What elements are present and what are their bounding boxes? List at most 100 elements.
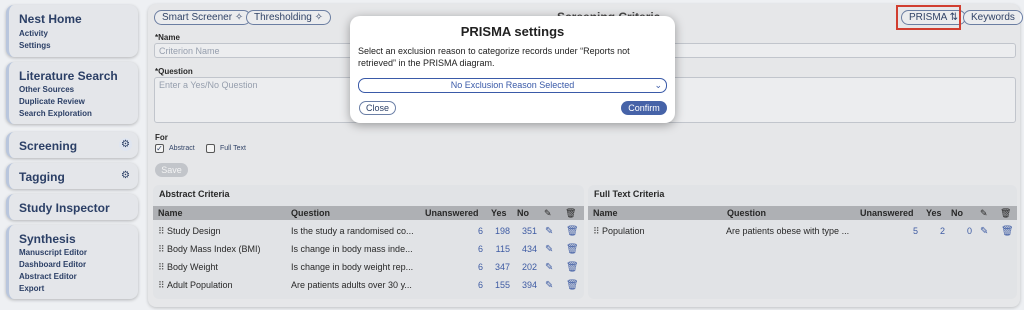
unanswered-count[interactable]: 6 <box>425 244 483 254</box>
criterion-name: Body Mass Index (BMI) <box>167 244 261 254</box>
header-no[interactable]: No <box>517 206 529 220</box>
pencil-icon[interactable]: ✎ <box>980 226 988 237</box>
table-row[interactable]: ⠿ Body Weight Is change in body weight rep… <box>153 262 583 276</box>
nav-title-literature-search[interactable]: Literature Search <box>19 69 118 83</box>
no-count[interactable]: 0 <box>945 226 972 236</box>
no-count[interactable]: 351 <box>510 226 537 236</box>
criterion-name: Adult Population <box>167 280 233 290</box>
nav-item-export[interactable]: Export <box>19 284 44 293</box>
nav-card-tagging[interactable]: Tagging ⚙ <box>6 163 138 189</box>
drag-handle-icon[interactable]: ⠿ <box>158 226 165 237</box>
table-row[interactable]: ⠿ Body Mass Index (BMI) Is change in body … <box>153 244 583 258</box>
modal-title: PRISMA settings <box>460 24 565 39</box>
name-label: *Name <box>155 33 180 42</box>
close-button[interactable]: Close <box>359 101 396 115</box>
drag-handle-icon[interactable]: ⠿ <box>158 244 165 255</box>
pencil-icon[interactable]: ✎ <box>545 226 553 237</box>
trash-icon[interactable]: 🗑 <box>1001 226 1014 237</box>
abstract-checkbox-label: Abstract <box>169 145 195 152</box>
drag-handle-icon[interactable]: ⠿ <box>158 262 165 273</box>
trash-icon[interactable]: 🗑 <box>566 280 579 291</box>
criterion-name: Study Design <box>167 226 221 236</box>
unanswered-count[interactable]: 6 <box>425 280 483 290</box>
smart-screener-button[interactable]: Smart Screener ✧ <box>154 10 252 25</box>
header-name[interactable]: Name <box>593 206 618 220</box>
pencil-icon[interactable]: ✎ <box>545 262 553 273</box>
nav-item-search-exploration[interactable]: Search Exploration <box>19 109 92 118</box>
no-count[interactable]: 202 <box>510 262 537 272</box>
modal-description: Select an exclusion reason to categorize… <box>358 46 630 68</box>
trash-icon[interactable]: 🗑 <box>566 244 579 255</box>
yes-count[interactable]: 347 <box>483 262 510 272</box>
keywords-label: Keywords <box>971 12 1015 23</box>
prisma-settings-modal: PRISMA settings Select an exclusion reas… <box>350 16 675 123</box>
nav-title-tagging[interactable]: Tagging <box>19 170 65 184</box>
criterion-question: Are patients adults over 30 y... <box>291 280 412 290</box>
yes-count[interactable]: 2 <box>918 226 945 236</box>
header-unanswered[interactable]: Unanswered <box>425 206 479 220</box>
trash-icon[interactable]: 🗑 <box>566 226 579 237</box>
header-question[interactable]: Question <box>727 206 766 220</box>
pencil-icon[interactable]: ✎ <box>545 244 553 255</box>
header-yes[interactable]: Yes <box>491 206 507 220</box>
yes-count[interactable]: 115 <box>483 244 510 254</box>
header-question[interactable]: Question <box>291 206 330 220</box>
criterion-question: Are patients obese with type ... <box>726 226 850 236</box>
drag-handle-icon[interactable]: ⠿ <box>158 280 165 291</box>
nav-item-duplicate-review[interactable]: Duplicate Review <box>19 97 85 106</box>
fulltext-checkbox[interactable] <box>206 144 215 153</box>
gear-icon[interactable]: ⚙ <box>119 169 132 182</box>
nav-item-abstract-editor[interactable]: Abstract Editor <box>19 272 77 281</box>
criterion-name-placeholder: Criterion Name <box>159 46 220 56</box>
keywords-button[interactable]: Keywords <box>963 10 1023 25</box>
header-no[interactable]: No <box>951 206 963 220</box>
nav-item-manuscript-editor[interactable]: Manuscript Editor <box>19 248 87 257</box>
header-unanswered[interactable]: Unanswered <box>860 206 914 220</box>
nav-card-screening[interactable]: Screening ⚙ <box>6 132 138 158</box>
drag-handle-icon[interactable]: ⠿ <box>593 226 600 237</box>
nav-item-other-sources[interactable]: Other Sources <box>19 85 74 94</box>
yes-count[interactable]: 155 <box>483 280 510 290</box>
unanswered-count[interactable]: 6 <box>425 226 483 236</box>
table-header: Name Question Unanswered Yes No ✎ 🗑 <box>153 206 584 220</box>
fulltext-criteria-title: Full Text Criteria <box>594 189 665 199</box>
abstract-criteria-title: Abstract Criteria <box>159 189 230 199</box>
thresholding-button[interactable]: Thresholding ✧ <box>246 10 331 25</box>
no-count[interactable]: 434 <box>510 244 537 254</box>
nav-title-study-inspector[interactable]: Study Inspector <box>19 201 110 215</box>
pencil-icon[interactable]: ✎ <box>545 280 553 291</box>
trash-icon: 🗑 <box>565 208 577 218</box>
table-row[interactable]: ⠿ Adult Population Are patients adults ove… <box>153 280 583 294</box>
fulltext-criteria-table: Full Text Criteria Name Question Unanswe… <box>588 185 1017 299</box>
nav-card-study-inspector[interactable]: Study Inspector <box>6 194 138 220</box>
nav-title-screening[interactable]: Screening <box>19 139 77 153</box>
save-button[interactable]: Save <box>155 163 188 177</box>
exclusion-reason-select[interactable]: No Exclusion Reason Selected ⌄ <box>358 78 667 93</box>
table-header: Name Question Unanswered Yes No ✎ 🗑 <box>588 206 1017 220</box>
pencil-icon: ✎ <box>980 208 988 218</box>
trash-icon: 🗑 <box>1000 208 1012 218</box>
confirm-button[interactable]: Confirm <box>621 101 667 115</box>
criterion-name: Population <box>602 226 645 236</box>
unanswered-count[interactable]: 5 <box>860 226 918 236</box>
gear-icon[interactable]: ⚙ <box>119 138 132 151</box>
yes-count[interactable]: 198 <box>483 226 510 236</box>
table-row[interactable]: ⠿ Study Design Is the study a randomised c… <box>153 226 583 240</box>
nav-title-synthesis[interactable]: Synthesis <box>19 232 76 246</box>
nav-item-activity[interactable]: Activity <box>19 29 48 38</box>
no-count[interactable]: 394 <box>510 280 537 290</box>
table-row[interactable]: ⠿ Population Are patients obese with type … <box>588 226 1018 240</box>
trash-icon[interactable]: 🗑 <box>566 262 579 273</box>
nav-card-literature-search[interactable]: Literature Search Other Sources Duplicat… <box>6 62 138 124</box>
nav-card-synthesis[interactable]: Synthesis Manuscript Editor Dashboard Ed… <box>6 225 138 299</box>
header-name[interactable]: Name <box>158 206 183 220</box>
abstract-checkbox[interactable]: ✓ <box>155 144 164 153</box>
nav-item-dashboard-editor[interactable]: Dashboard Editor <box>19 260 86 269</box>
criterion-question: Is change in body mass inde... <box>291 244 413 254</box>
unanswered-count[interactable]: 6 <box>425 262 483 272</box>
nav-card-nest-home[interactable]: Nest Home Activity Settings <box>6 5 138 57</box>
nav-item-settings[interactable]: Settings <box>19 41 51 50</box>
exclusion-reason-value: No Exclusion Reason Selected <box>450 80 575 90</box>
nav-title-nest-home[interactable]: Nest Home <box>19 12 82 26</box>
header-yes[interactable]: Yes <box>926 206 942 220</box>
